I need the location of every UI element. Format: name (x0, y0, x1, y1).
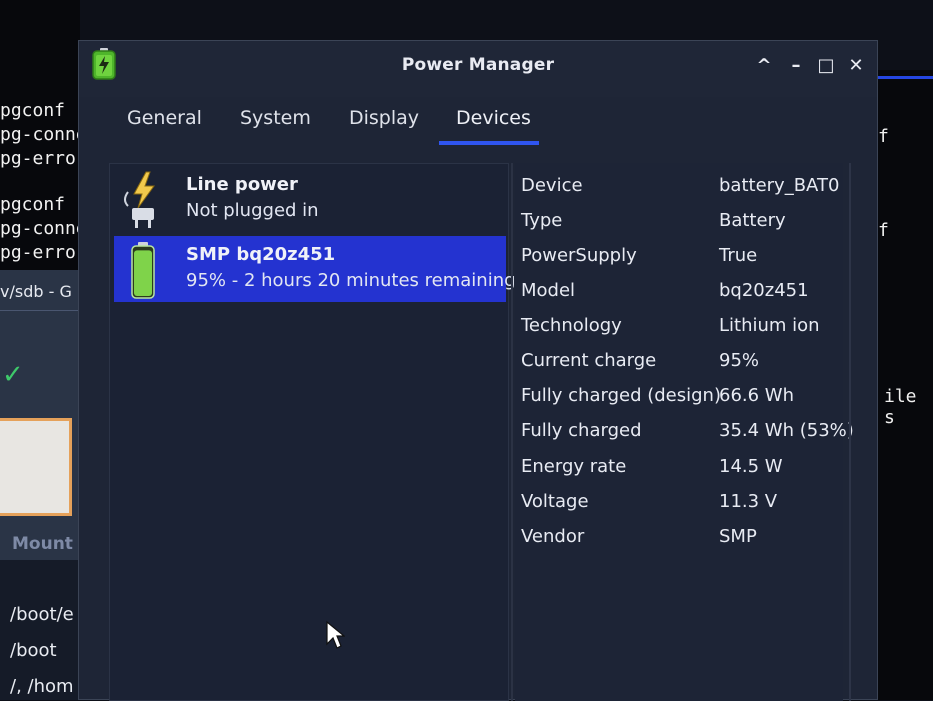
device-item-line-power[interactable]: Line power Not plugged in (114, 166, 506, 232)
property-value: 35.4 Wh (53%) (719, 420, 854, 441)
property-key: PowerSupply (521, 245, 637, 266)
battery-icon (131, 242, 155, 299)
background-accent-line (878, 76, 933, 79)
tab-general[interactable]: General (117, 107, 212, 129)
terminal-line: ile s (884, 386, 917, 428)
property-row: PowerSupply True (515, 241, 843, 273)
mouse-pointer-icon (326, 620, 345, 649)
active-tab-indicator (439, 141, 539, 145)
mount-column-header: Mount (12, 534, 73, 554)
property-key: Vendor (521, 526, 585, 547)
property-value: 95% (719, 350, 760, 371)
property-value: Battery (719, 210, 786, 231)
property-row: Energy rate 14.5 W (515, 452, 843, 484)
background-progress-panel (0, 418, 72, 516)
mount-item: /, /hom (10, 676, 74, 697)
device-item-battery[interactable]: SMP bq20z451 95% - 2 hours 20 minutes re… (114, 236, 516, 302)
property-key: Current charge (521, 350, 657, 371)
property-key: Energy rate (521, 456, 627, 477)
property-key: Fully charged (design) (521, 385, 721, 406)
terminal-line: pg-conne (0, 218, 87, 239)
plug-lightning-icon (124, 171, 155, 228)
device-description: Not plugged in (186, 200, 319, 221)
property-key: Type (521, 210, 563, 231)
terminal-line: pg-erro (0, 242, 76, 263)
device-name: SMP bq20z451 (186, 244, 336, 265)
property-row: Type Battery (515, 206, 843, 238)
mount-item: /boot/e (10, 604, 74, 625)
terminal-line: pg-conne (0, 124, 87, 145)
collapse-button[interactable]: ^ (753, 55, 775, 77)
check-icon: ✓ (2, 360, 24, 390)
terminal-line: pgconf (0, 100, 66, 121)
device-description: 95% - 2 hours 20 minutes remaining (186, 270, 516, 291)
terminal-line: pgconf (0, 194, 66, 215)
property-value: SMP (719, 526, 757, 547)
property-value: Lithium ion (719, 315, 820, 336)
property-value: 11.3 V (719, 491, 778, 512)
device-properties: Device battery_BAT0 Type Battery PowerSu… (515, 163, 854, 701)
property-value: battery_BAT0 (719, 175, 840, 196)
tab-system[interactable]: System (230, 107, 321, 129)
property-row: Device battery_BAT0 (515, 171, 843, 203)
terminal-line: pg-erro (0, 148, 76, 169)
property-value: 66.6 Wh (719, 385, 795, 406)
property-key: Fully charged (521, 420, 642, 441)
property-row: Model bq20z451 (515, 276, 843, 308)
property-value: bq20z451 (719, 280, 809, 301)
tab-display[interactable]: Display (339, 107, 429, 129)
close-button[interactable]: ✕ (845, 55, 867, 77)
pane-splitter[interactable] (511, 163, 513, 701)
maximize-button[interactable]: □ (815, 55, 837, 77)
properties-scrollbar[interactable] (849, 163, 851, 701)
device-name: Line power (186, 174, 298, 195)
property-row: Fully charged 35.4 Wh (53%) (515, 416, 854, 448)
property-row: Fully charged (design) 66.6 Wh (515, 381, 843, 413)
property-value: 14.5 W (719, 456, 783, 477)
device-list[interactable]: Line power Not plugged in SMP bq20z451 9… (109, 163, 516, 701)
property-key: Voltage (521, 491, 589, 512)
property-row: Voltage 11.3 V (515, 487, 843, 519)
background-window-title: v/sdb - G (0, 282, 72, 301)
power-manager-window: Power Manager ^ – □ ✕ General System Dis… (78, 40, 878, 701)
terminal-line: f (878, 126, 889, 147)
property-key: Device (521, 175, 583, 196)
property-value: True (719, 245, 758, 266)
title-bar[interactable]: Power Manager ^ – □ ✕ (79, 41, 877, 97)
terminal-line: f (878, 220, 889, 241)
property-key: Model (521, 280, 576, 301)
minimize-button[interactable]: – (785, 55, 807, 77)
property-row: Vendor SMP (515, 522, 843, 554)
property-key: Technology (521, 315, 622, 336)
tab-devices[interactable]: Devices (446, 107, 541, 129)
mount-item: /boot (10, 640, 57, 661)
property-row: Current charge 95% (515, 346, 843, 378)
property-row: Technology Lithium ion (515, 311, 843, 343)
